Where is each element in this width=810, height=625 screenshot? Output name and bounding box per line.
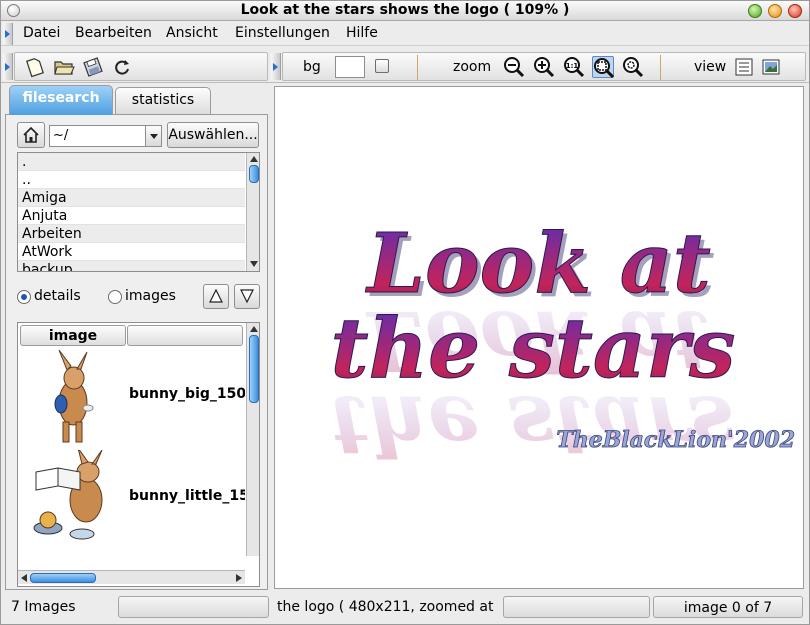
menu-bar: Datei Bearbeiten Ansicht Einstellungen H… [1,22,809,46]
toolbar-separator [417,55,418,80]
status-empty-field [118,596,269,618]
images-radio-label: images [125,288,176,304]
menu-hilfe[interactable]: Hilfe [346,25,378,41]
scroll-up-icon[interactable] [250,156,258,162]
list-item[interactable]: . [18,153,245,171]
zoom-in-icon[interactable] [533,56,555,78]
file-list: image bunny_big_150lines [17,322,260,587]
menubar-handle[interactable] [3,23,13,45]
file-browser-panel: filesearch statistics ~/ Auswählen... . … [5,85,270,590]
list-item[interactable]: Amiga [18,189,245,207]
bg-color-swatch[interactable] [335,56,365,78]
sort-descending-button[interactable] [234,284,260,309]
view-toolbar-group: bg zoom 1:1 view [282,52,806,81]
view-label: view [694,59,727,75]
scroll-left-icon[interactable] [21,574,27,582]
scrollbar-thumb[interactable] [30,573,96,583]
tab-filesearch[interactable]: filesearch [9,85,113,115]
path-combobox[interactable]: ~/ [49,125,162,147]
home-button[interactable] [17,122,45,148]
save-disk-icon[interactable] [82,56,104,78]
table-row[interactable]: bunny_big_150lines [18,348,245,448]
status-image-count: 7 Images [11,599,76,615]
choose-directory-button[interactable]: Auswählen... [167,122,259,148]
toolbar-handle-file[interactable] [3,53,13,80]
minimize-icon[interactable] [748,4,762,18]
status-image-position: image 0 of 7 [653,596,803,618]
scroll-down-icon[interactable] [250,261,258,267]
triangle-down-icon [240,289,254,304]
triangle-up-icon [209,288,223,303]
directory-scrollbar[interactable] [246,153,259,271]
file-list-hscrollbar[interactable] [18,570,245,584]
filesearch-pane: ~/ Auswählen... . .. Amiga Anjuta Arbeit… [5,114,268,590]
menu-ansicht[interactable]: Ansicht [166,25,218,41]
maximize-icon[interactable] [768,4,782,18]
open-folder-icon[interactable] [53,56,75,78]
logo-credit: TheBlackLion'2002 [556,427,795,453]
directory-list: . .. Amiga Anjuta Arbeiten AtWork backup [17,152,260,272]
details-radio-label: details [34,288,81,304]
status-progress [503,596,650,618]
status-description: the logo ( 480x211, zoomed at 109% ) [277,599,499,615]
scroll-up-icon[interactable] [250,326,258,332]
scrollbar-thumb[interactable] [249,335,259,403]
file-name: bunny_little_150lines [129,488,245,504]
bg-label: bg [303,59,321,75]
details-view-icon[interactable] [733,56,755,78]
svg-text:1:1: 1:1 [566,62,579,70]
menu-bearbeiten[interactable]: Bearbeiten [75,25,152,41]
menu-einstellungen[interactable]: Einstellungen [235,25,330,41]
table-row[interactable]: bunny_little_150lines [18,450,245,550]
title-bar: Look at the stars shows the logo ( 109% … [1,1,809,21]
path-value: ~/ [53,128,69,143]
toolbar: bg zoom 1:1 view [1,50,809,83]
details-radio[interactable] [17,290,31,304]
zoom-fit-all-icon[interactable] [622,56,644,78]
zoom-fit-icon[interactable] [592,56,615,79]
logo-image: Look at Look at Look at the stars the st… [330,216,795,474]
bg-checkbox[interactable] [375,59,389,73]
list-item[interactable]: Arbeiten [18,225,245,243]
zoom-out-icon[interactable] [503,56,525,78]
file-toolbar-group [14,52,268,81]
chevron-down-icon[interactable] [145,126,161,146]
logo-line2-reflection: the stars [331,377,736,473]
scrollbar-thumb[interactable] [249,165,259,183]
home-icon [23,126,39,143]
bunny-big-thumbnail [54,349,94,443]
zoom-label: zoom [453,59,492,75]
bunny-little-thumbnail [33,450,103,540]
file-name: bunny_big_150lines [129,386,245,402]
list-item[interactable]: AtWork [18,243,245,261]
window-title: Look at the stars shows the logo ( 109% … [240,2,570,18]
zoom-actual-icon[interactable]: 1:1 [563,56,585,78]
tab-statistics[interactable]: statistics [115,87,211,114]
refresh-icon[interactable] [111,56,133,78]
image-view-icon[interactable] [760,56,782,78]
file-list-scrollbar[interactable] [246,323,259,556]
close-icon[interactable] [788,4,802,18]
menu-datei[interactable]: Datei [23,25,60,41]
sort-ascending-button[interactable] [203,284,229,309]
toolbar-separator [660,55,661,80]
status-bar: 7 Images the logo ( 480x211, zoomed at 1… [1,593,809,621]
toolbar-handle-view[interactable] [271,53,281,80]
app-window: Look at the stars shows the logo ( 109% … [0,0,810,625]
new-file-icon[interactable] [23,56,45,78]
list-item[interactable]: .. [18,171,245,189]
column-header-name[interactable] [127,325,243,346]
scroll-right-icon[interactable] [236,574,242,582]
column-header-image[interactable]: image [20,325,126,346]
list-item[interactable]: backup [18,261,245,271]
images-radio[interactable] [108,290,122,304]
list-item[interactable]: Anjuta [18,207,245,225]
image-viewer[interactable]: Look at Look at Look at the stars the st… [274,86,804,589]
